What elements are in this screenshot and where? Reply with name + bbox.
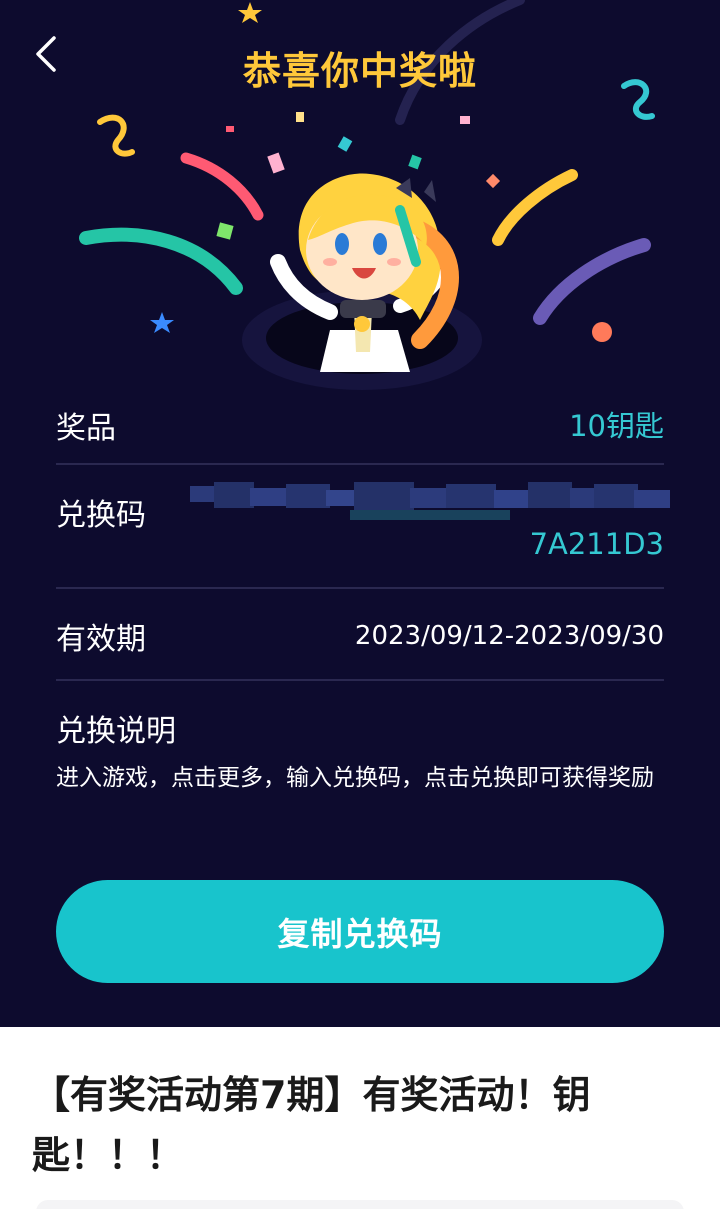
validity-value: 2023/09/12-2023/09/30 <box>354 621 664 651</box>
star-icon <box>150 312 174 333</box>
divider <box>56 587 664 589</box>
prize-row: 奖品 10钥匙 <box>56 403 664 447</box>
prize-value: 10钥匙 <box>569 409 664 443</box>
star-icon <box>238 2 262 23</box>
redeem-code-label: 兑换码 <box>56 498 146 533</box>
validity-row: 有效期 2023/09/12-2023/09/30 <box>56 614 664 658</box>
reward-panel: 恭喜你中奖啦 奖品 10钥匙 兑换码 7A211D3 有效期 2023/09/1… <box>0 0 720 1027</box>
content-card <box>36 1200 684 1209</box>
divider <box>56 463 664 465</box>
page-title: 恭喜你中奖啦 <box>242 49 477 93</box>
validity-label: 有效期 <box>56 622 146 657</box>
redeem-code-value[interactable]: 7A211D3 <box>530 527 664 561</box>
redeem-code-redacted <box>190 482 670 520</box>
instructions-label: 兑换说明 <box>56 714 176 749</box>
prize-label: 奖品 <box>56 411 116 446</box>
copy-code-button[interactable]: 复制兑换码 <box>56 880 664 983</box>
instructions-text: 进入游戏，点击更多，输入兑换码，点击兑换即可获得奖励 <box>56 765 654 791</box>
divider <box>56 679 664 681</box>
instructions-row: 兑换说明 <box>56 706 664 750</box>
article-title: 【有奖活动第7期】有奖活动！钥匙！！！ <box>32 1073 591 1177</box>
